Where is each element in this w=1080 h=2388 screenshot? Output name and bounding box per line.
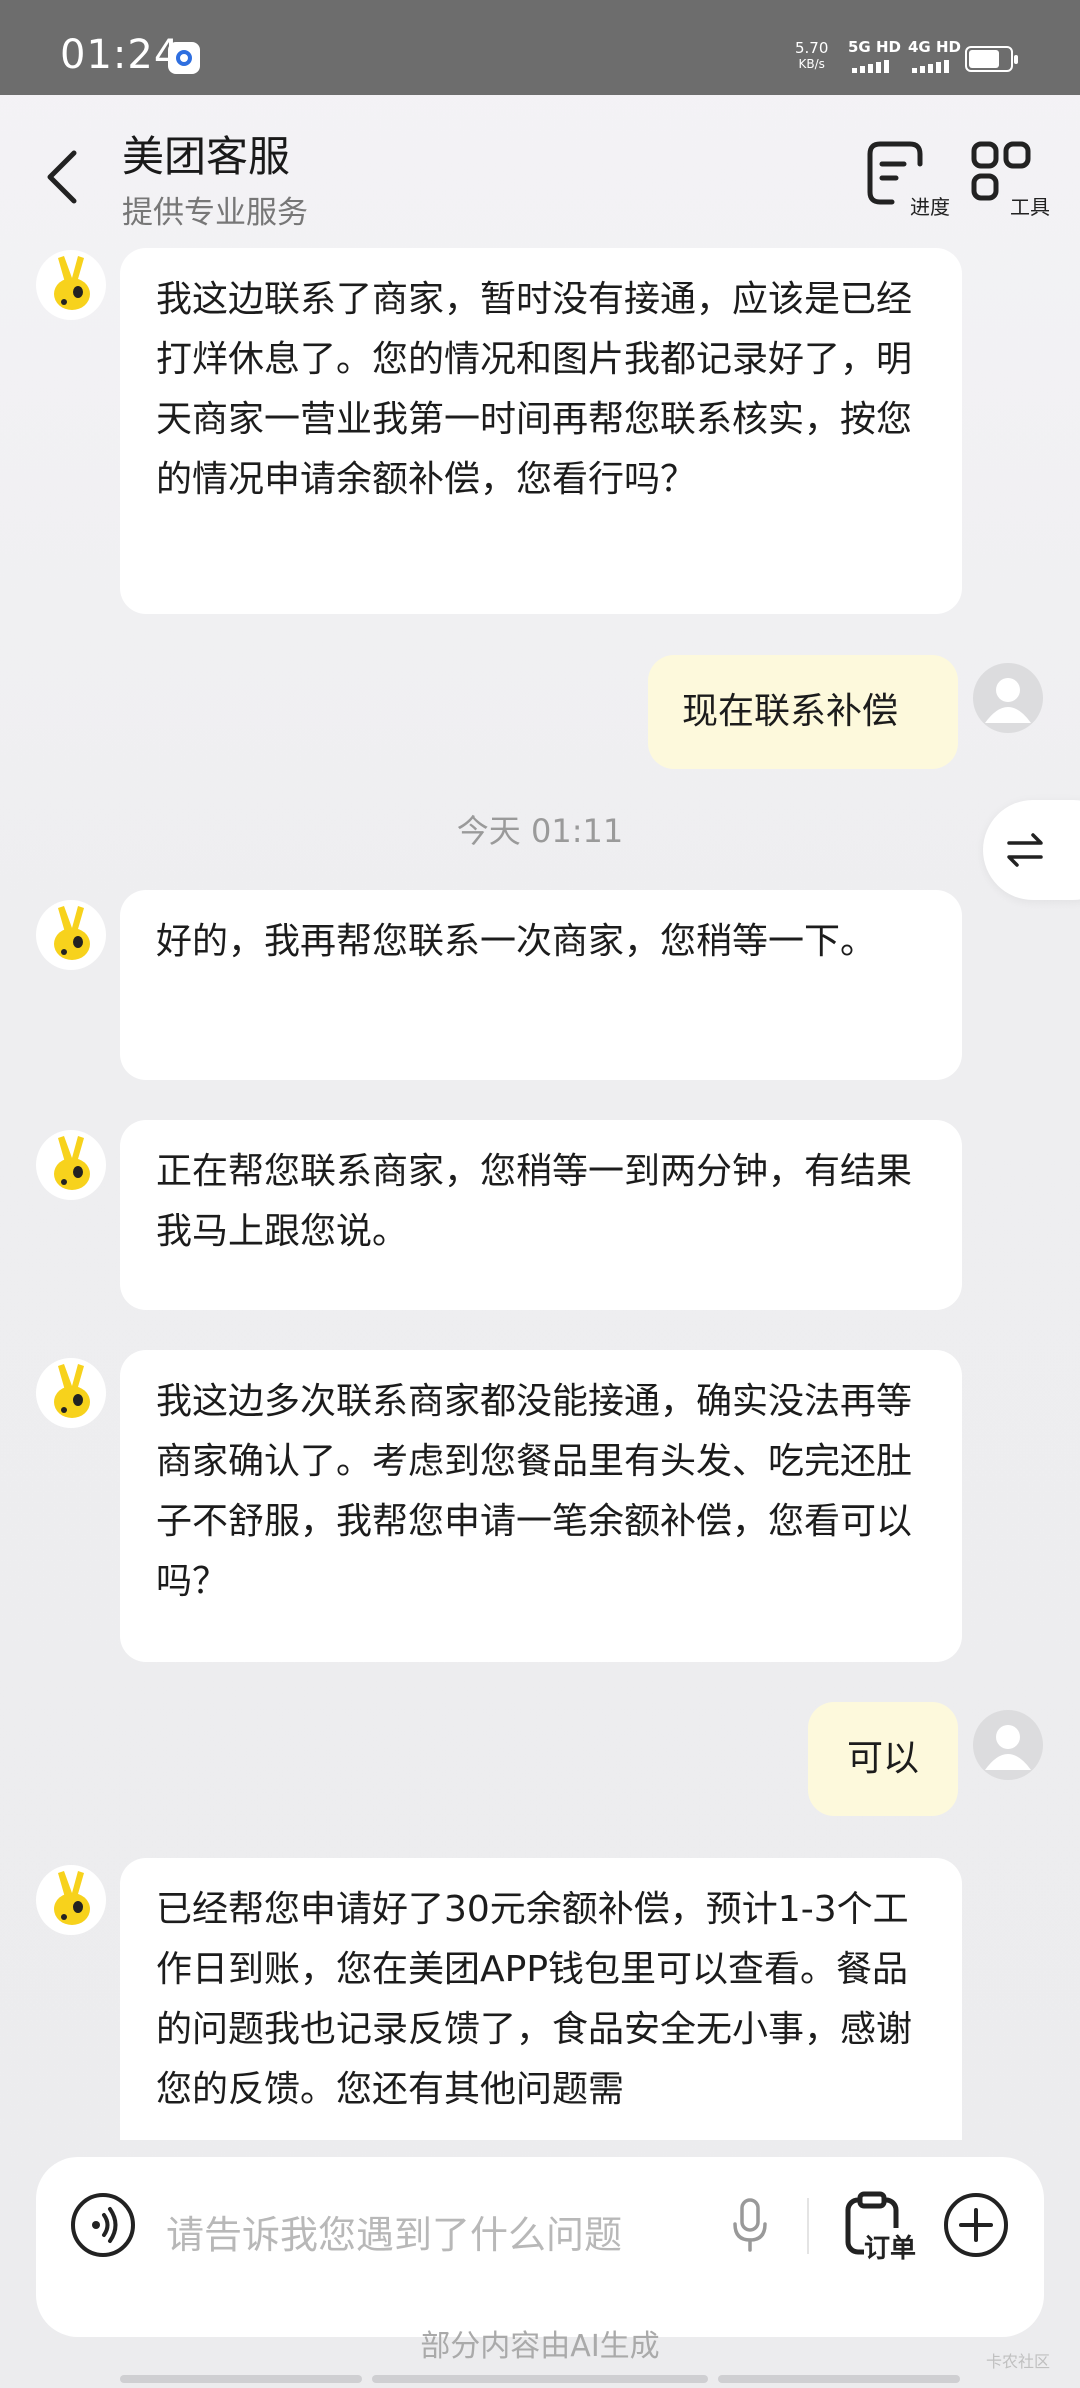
message-timestamp: 今天 01:11 <box>456 812 624 850</box>
nav-indicator <box>718 2375 960 2383</box>
user-message: 现在联系补偿 <box>648 655 958 769</box>
agent-message: 已经帮您申请好了30元余额补偿，预计1-3个工作日到账，您在美团APP钱包里可以… <box>120 1858 962 2140</box>
nav-indicator <box>120 2375 362 2383</box>
order-button[interactable]: 订单 <box>842 2190 922 2270</box>
user-avatar <box>973 1710 1043 1780</box>
kangaroo-mascot-icon <box>54 906 90 960</box>
swap-arrows-icon <box>1007 833 1043 867</box>
agent-avatar <box>36 1358 106 1428</box>
status-bar: 01:24 5.70 KB/s 5G HD 4G HD <box>0 0 1080 95</box>
network-speed-unit: KB/s <box>798 57 825 71</box>
agent-message: 好的，我再帮您联系一次商家，您稍等一下。 <box>120 890 962 1080</box>
kangaroo-mascot-icon <box>54 1364 90 1418</box>
signal-4g-icon <box>912 60 949 73</box>
order-label: 订单 <box>864 2228 917 2265</box>
chat-header: 美团客服 提供专业服务 进度 工具 <box>0 95 1080 255</box>
agent-message: 我这边多次联系商家都没能接通，确实没法再等商家确认了。考虑到您餐品里有头发、吃完… <box>120 1350 962 1662</box>
tools-label: 工具 <box>1010 195 1050 219</box>
network-speed: 5.70 KB/s <box>795 40 828 72</box>
kangaroo-mascot-icon <box>54 1871 90 1925</box>
agent-message: 我这边联系了商家，暂时没有接通，应该是已经打烊休息了。您的情况和图片我都记录好了… <box>120 248 962 614</box>
switch-button[interactable] <box>983 800 1080 900</box>
user-silhouette-icon <box>985 678 1031 723</box>
add-icon[interactable] <box>941 2190 1011 2260</box>
progress-label: 进度 <box>910 195 950 219</box>
agent-avatar <box>36 1130 106 1200</box>
page-title: 美团客服 <box>122 132 291 181</box>
microphone-icon[interactable] <box>730 2196 770 2256</box>
ai-disclaimer: 部分内容由AI生成 <box>420 2329 660 2364</box>
kangaroo-mascot-icon <box>54 256 90 310</box>
agent-avatar <box>36 1865 106 1935</box>
app-notification-icon <box>168 42 200 74</box>
message-input[interactable]: 请告诉我您遇到了什么问题 <box>166 2204 622 2259</box>
network-speed-value: 5.70 <box>795 39 829 57</box>
divider <box>807 2198 809 2254</box>
user-message: 可以 <box>808 1702 958 1816</box>
kangaroo-mascot-icon <box>54 1136 90 1190</box>
agent-avatar <box>36 250 106 320</box>
user-avatar <box>973 663 1043 733</box>
agent-avatar <box>36 900 106 970</box>
nav-indicator <box>372 2375 708 2383</box>
network-4g-label: 4G HD <box>908 38 961 56</box>
battery-icon <box>965 46 1018 72</box>
voice-mode-icon[interactable] <box>68 2190 138 2260</box>
progress-button[interactable]: 进度 <box>860 140 950 220</box>
watermark: 卡农社区 <box>986 2352 1051 2371</box>
page-subtitle: 提供专业服务 <box>122 195 308 231</box>
user-silhouette-icon <box>985 1725 1031 1770</box>
signal-5g-icon <box>852 60 889 73</box>
agent-message: 正在帮您联系商家，您稍等一到两分钟，有结果我马上跟您说。 <box>120 1120 962 1310</box>
back-arrow-icon[interactable] <box>38 147 88 207</box>
network-5g-label: 5G HD <box>848 38 901 56</box>
status-time: 01:24 <box>60 32 181 78</box>
tools-button[interactable]: 工具 <box>960 140 1050 220</box>
